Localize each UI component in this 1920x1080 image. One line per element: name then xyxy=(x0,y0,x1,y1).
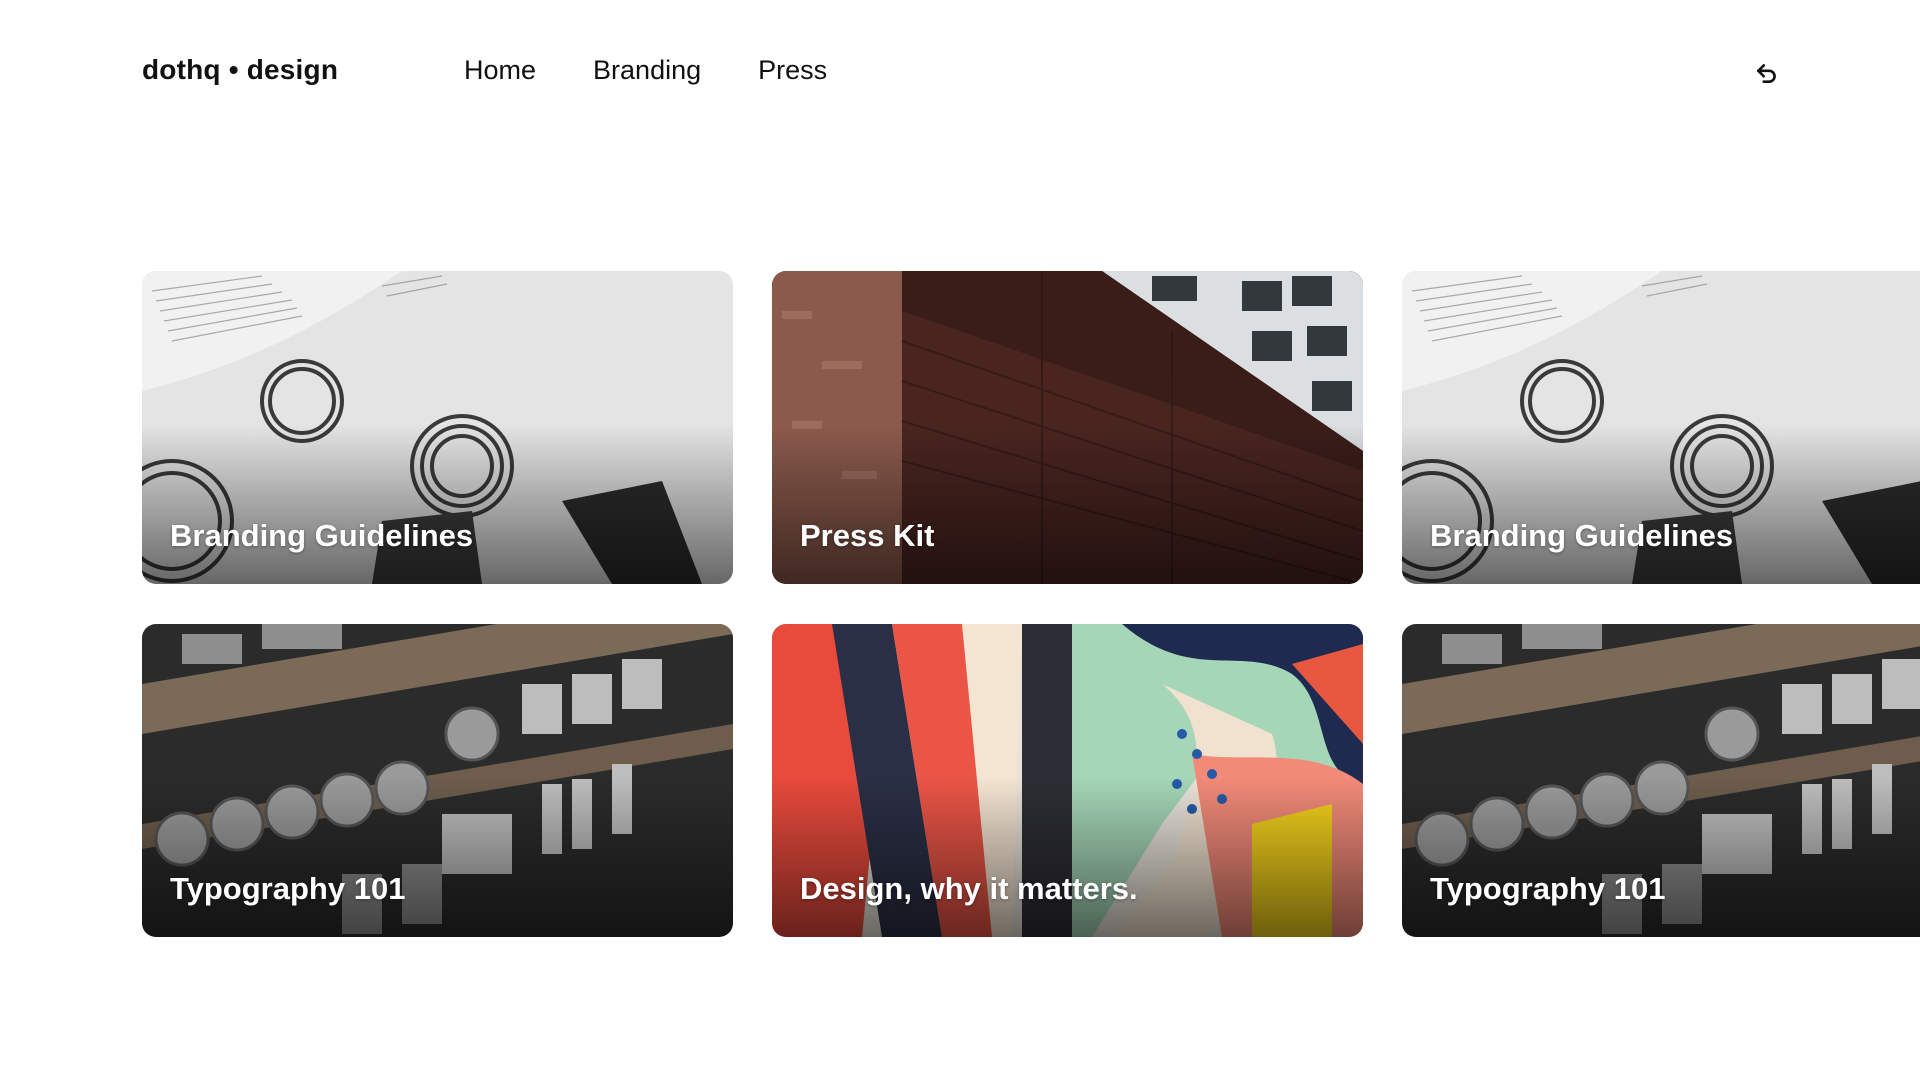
nav-press[interactable]: Press xyxy=(758,55,827,86)
card-gradient xyxy=(142,424,733,584)
card-title: Press Kit xyxy=(800,518,935,553)
card-title: Typography 101 xyxy=(1430,871,1666,906)
card-title: Design, why it matters. xyxy=(800,871,1138,906)
card-branding-guidelines[interactable]: Branding Guidelines xyxy=(142,271,733,584)
nav-home[interactable]: Home xyxy=(464,55,536,86)
card-title: Typography 101 xyxy=(170,871,406,906)
site-header: dothq • design Home Branding Press xyxy=(0,0,1920,150)
page: dothq • design Home Branding Press Brand… xyxy=(0,0,1920,1080)
card-typography-101[interactable]: Typography 101 xyxy=(1402,624,1920,937)
card-press-kit[interactable]: Press Kit xyxy=(772,271,1363,584)
nav-branding[interactable]: Branding xyxy=(593,55,701,86)
card-gradient xyxy=(772,424,1363,584)
card-gradient xyxy=(1402,424,1920,584)
card-gradient xyxy=(142,777,733,937)
site-logo[interactable]: dothq • design xyxy=(142,54,338,86)
card-gradient xyxy=(772,777,1363,937)
card-gradient xyxy=(1402,777,1920,937)
card-branding-guidelines[interactable]: Branding Guidelines xyxy=(1402,271,1920,584)
card-title: Branding Guidelines xyxy=(170,518,474,553)
undo-arrow-icon[interactable] xyxy=(1752,58,1782,88)
card-design-why-it-matters[interactable]: Design, why it matters. xyxy=(772,624,1363,937)
card-title: Branding Guidelines xyxy=(1430,518,1734,553)
card-typography-101[interactable]: Typography 101 xyxy=(142,624,733,937)
main-nav: Home Branding Press xyxy=(464,55,827,86)
